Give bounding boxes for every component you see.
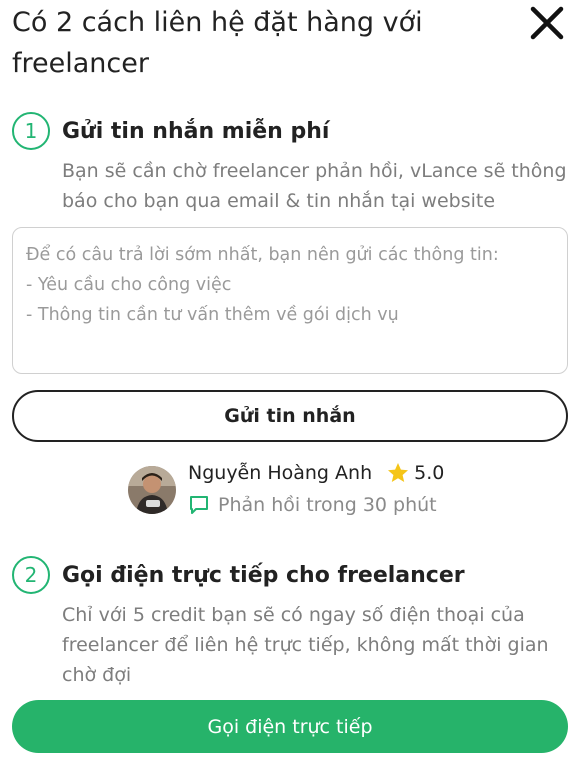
avatar [128, 466, 176, 514]
step-direct-call: 2 Gọi điện trực tiếp cho freelancer Chỉ … [12, 556, 568, 690]
send-message-button[interactable]: Gửi tin nhắn [12, 390, 568, 442]
step-number-2: 2 [12, 556, 50, 594]
message-placeholder: Để có câu trả lời sớm nhất, bạn nên gửi … [26, 245, 499, 325]
step-title-1: Gửi tin nhắn miễn phí [62, 118, 330, 144]
freelancer-name: Nguyễn Hoàng Anh [188, 462, 373, 484]
step-send-message: 1 Gửi tin nhắn miễn phí Bạn sẽ cần chờ f… [12, 112, 568, 216]
close-button[interactable] [528, 4, 566, 42]
rating-value: 5.0 [414, 462, 445, 484]
freelancer-card: Nguyễn Hoàng Anh 5.0 Phản hồi trong 30 p… [128, 456, 444, 516]
chat-icon [190, 496, 208, 514]
step-description-2: Chỉ với 5 credit bạn sẽ có ngay số điện … [62, 604, 549, 686]
close-icon [530, 6, 564, 40]
step-description-1: Bạn sẽ cần chờ freelancer phản hồi, vLan… [62, 160, 567, 212]
step-number-1: 1 [12, 112, 50, 150]
modal-title: Có 2 cách liên hệ đặt hàng với freelance… [12, 7, 423, 79]
step-title-2: Gọi điện trực tiếp cho freelancer [62, 562, 465, 588]
call-directly-button[interactable]: Gọi điện trực tiếp [12, 700, 568, 753]
modal-header: Có 2 cách liên hệ đặt hàng với freelance… [12, 2, 502, 84]
response-time: Phản hồi trong 30 phút [218, 494, 437, 516]
message-textarea[interactable]: Để có câu trả lời sớm nhất, bạn nên gửi … [12, 227, 568, 374]
star-icon [388, 463, 409, 482]
